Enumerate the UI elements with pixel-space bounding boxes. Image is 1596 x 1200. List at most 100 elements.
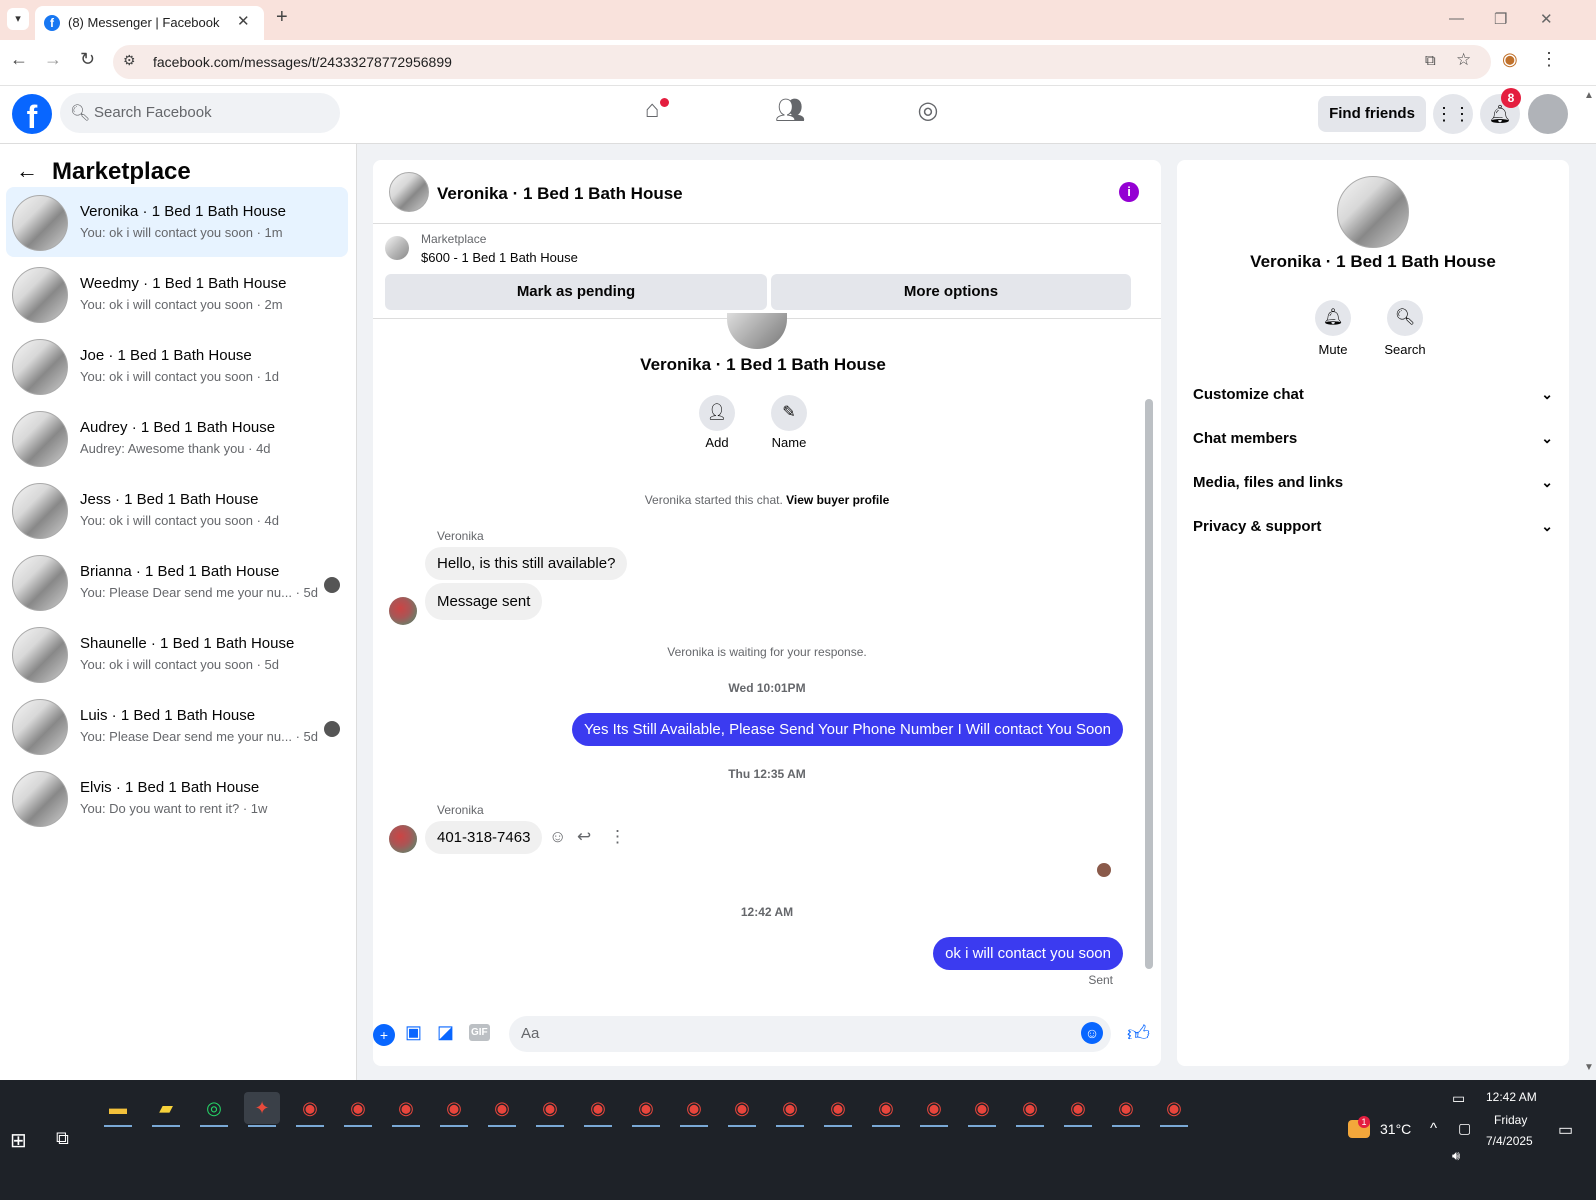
browser-menu-icon[interactable]: ⋮ bbox=[1540, 49, 1558, 70]
chrome-profile-icon[interactable]: ◉ bbox=[436, 1092, 472, 1127]
chat-header-title[interactable]: Veronika · 1 Bed 1 Bath House bbox=[437, 184, 683, 204]
restore-icon[interactable]: ❐ bbox=[1494, 10, 1507, 28]
incoming-message[interactable]: 401-318-7463 bbox=[425, 821, 543, 854]
site-info-icon[interactable]: ⚙ bbox=[123, 52, 136, 69]
tab-search-dropdown-icon[interactable]: ▾ bbox=[7, 8, 29, 30]
conversation-item[interactable]: Shaunelle · 1 Bed 1 Bath House You: ok i … bbox=[6, 619, 348, 689]
task-view-icon[interactable]: ⧉ bbox=[56, 1128, 69, 1149]
clock-day[interactable]: Friday bbox=[1494, 1113, 1527, 1127]
account-avatar[interactable] bbox=[1528, 94, 1568, 134]
details-section-privacy-support[interactable]: Privacy & support ⌄ bbox=[1193, 518, 1553, 535]
meet-icon[interactable]: ▢ bbox=[1458, 1120, 1471, 1137]
facebook-search-input[interactable]: 🔍︎ Search Facebook bbox=[60, 93, 340, 133]
new-tab-button[interactable]: + bbox=[276, 6, 288, 29]
windows-start-icon[interactable]: ⊞ bbox=[10, 1128, 27, 1153]
page-scroll-up-icon[interactable]: ▲ bbox=[1584, 90, 1594, 101]
file-explorer-icon[interactable]: ▬ bbox=[100, 1092, 136, 1127]
conversation-item[interactable]: Joe · 1 Bed 1 Bath House You: ok i will c… bbox=[6, 331, 348, 401]
tab-close-icon[interactable]: ✕ bbox=[237, 12, 250, 30]
reply-icon[interactable]: ↩ bbox=[577, 827, 591, 847]
more-options-button[interactable]: More options bbox=[771, 274, 1131, 310]
clock-date[interactable]: 7/4/2025 bbox=[1486, 1134, 1533, 1148]
add-person-icon[interactable]: 👤︎ bbox=[699, 395, 735, 431]
address-bar[interactable]: ⚙ facebook.com/messages/t/24333278772956… bbox=[113, 45, 1491, 79]
profile-icon[interactable]: ◉ bbox=[1502, 49, 1518, 70]
outgoing-message[interactable]: Yes Its Still Available, Please Send You… bbox=[571, 713, 1123, 746]
bookmark-star-icon[interactable]: ☆ bbox=[1456, 50, 1471, 70]
notification-center-icon[interactable]: ▭ bbox=[1558, 1120, 1573, 1140]
sticky-notes-icon[interactable]: ▰ bbox=[148, 1092, 184, 1127]
conversation-item[interactable]: Luis · 1 Bed 1 Bath House You: Please Dea… bbox=[6, 691, 348, 761]
forward-icon[interactable]: → bbox=[44, 49, 62, 70]
whatsapp-icon[interactable]: ◎ bbox=[196, 1092, 232, 1127]
chrome-profile-icon[interactable]: ◉ bbox=[580, 1092, 616, 1127]
chrome-profile-icon[interactable]: ◉ bbox=[532, 1092, 568, 1127]
friends-icon[interactable]: 👥︎ bbox=[770, 96, 810, 132]
chrome-profile-icon[interactable]: ◉ bbox=[772, 1092, 808, 1127]
chrome-profile-icon[interactable]: ◉ bbox=[292, 1092, 328, 1127]
install-app-icon[interactable]: ⧉ bbox=[1425, 52, 1436, 69]
chat-header-thumbnail[interactable] bbox=[389, 172, 429, 212]
conversation-item[interactable]: Weedmy · 1 Bed 1 Bath House You: ok i wil… bbox=[6, 259, 348, 329]
facebook-logo[interactable]: f bbox=[12, 94, 52, 135]
chrome-profile-icon[interactable]: ◉ bbox=[724, 1092, 760, 1127]
details-section-chat-members[interactable]: Chat members ⌄ bbox=[1193, 430, 1553, 447]
chrome-profile-icon[interactable]: ◉ bbox=[916, 1092, 952, 1127]
menu-grid-icon[interactable]: ⋮⋮ bbox=[1433, 94, 1473, 134]
conversation-item[interactable]: Jess · 1 Bed 1 Bath House You: ok i will … bbox=[6, 475, 348, 545]
tray-expand-icon[interactable]: ^ bbox=[1430, 1120, 1437, 1137]
view-buyer-profile-link[interactable]: View buyer profile bbox=[786, 493, 889, 507]
back-icon[interactable]: ← bbox=[10, 49, 28, 70]
mute-bell-icon[interactable]: 🔔︎ bbox=[1315, 300, 1351, 336]
clock-time[interactable]: 12:42 AM bbox=[1486, 1090, 1537, 1104]
sticker-icon[interactable]: ◪ bbox=[437, 1022, 454, 1043]
url-text[interactable]: facebook.com/messages/t/2433327877295689… bbox=[153, 54, 452, 70]
thread-scrollbar[interactable] bbox=[1145, 399, 1153, 969]
find-friends-button[interactable]: Find friends bbox=[1318, 96, 1426, 132]
emoji-icon[interactable]: ☺ bbox=[1081, 1022, 1103, 1044]
chrome-profile-icon[interactable]: ◉ bbox=[1060, 1092, 1096, 1127]
chrome-profile-icon[interactable]: ◉ bbox=[1108, 1092, 1144, 1127]
reload-icon[interactable]: ↻ bbox=[80, 49, 95, 70]
browser-tab-messenger[interactable]: f (8) Messenger | Facebook ✕ bbox=[35, 6, 264, 40]
page-scroll-down-icon[interactable]: ▼ bbox=[1584, 1062, 1594, 1073]
back-arrow-icon[interactable]: ← bbox=[16, 158, 38, 184]
temperature[interactable]: 31°C bbox=[1380, 1121, 1411, 1137]
app-icon[interactable]: ✦ bbox=[244, 1092, 280, 1127]
outgoing-message[interactable]: ok i will contact you soon bbox=[933, 937, 1123, 970]
chrome-profile-icon[interactable]: ◉ bbox=[820, 1092, 856, 1127]
chrome-profile-icon[interactable]: ◉ bbox=[1156, 1092, 1192, 1127]
react-icon[interactable]: ☺ bbox=[549, 827, 566, 847]
close-window-icon[interactable]: ✕ bbox=[1540, 10, 1553, 28]
volume-icon[interactable]: 🔊︎ bbox=[1452, 1148, 1460, 1164]
thumbs-up-icon[interactable]: 👍︎ bbox=[1127, 1020, 1150, 1047]
chrome-profile-icon[interactable]: ◉ bbox=[340, 1092, 376, 1127]
sender-avatar[interactable] bbox=[389, 825, 417, 853]
info-icon[interactable]: i bbox=[1119, 182, 1139, 202]
chrome-profile-icon[interactable]: ◉ bbox=[1012, 1092, 1048, 1127]
details-section-media-files-and-links[interactable]: Media, files and links ⌄ bbox=[1193, 474, 1553, 491]
chrome-profile-icon[interactable]: ◉ bbox=[628, 1092, 664, 1127]
sender-avatar[interactable] bbox=[389, 597, 417, 625]
incoming-message[interactable]: Message sent bbox=[425, 583, 543, 620]
attach-photo-icon[interactable]: ▣ bbox=[405, 1022, 422, 1043]
gif-icon[interactable]: GIF bbox=[469, 1024, 490, 1041]
network-icon[interactable]: ▭ bbox=[1452, 1090, 1465, 1107]
chrome-profile-icon[interactable]: ◉ bbox=[676, 1092, 712, 1127]
minimize-icon[interactable]: — bbox=[1449, 10, 1464, 27]
details-thumbnail[interactable] bbox=[1337, 176, 1409, 248]
groups-icon[interactable]: ◎ bbox=[908, 96, 948, 132]
more-actions-icon[interactable]: ⋮ bbox=[609, 827, 626, 847]
chrome-profile-icon[interactable]: ◉ bbox=[388, 1092, 424, 1127]
incoming-message[interactable]: Hello, is this still available? bbox=[425, 547, 628, 580]
conversation-item[interactable]: Brianna · 1 Bed 1 Bath House You: Please … bbox=[6, 547, 348, 617]
edit-name-icon[interactable]: ✎ bbox=[771, 395, 807, 431]
conversation-item[interactable]: Audrey · 1 Bed 1 Bath House Audrey: Aweso… bbox=[6, 403, 348, 473]
chrome-profile-icon[interactable]: ◉ bbox=[484, 1092, 520, 1127]
mark-as-pending-button[interactable]: Mark as pending bbox=[385, 274, 767, 310]
conversation-item[interactable]: Veronika · 1 Bed 1 Bath House You: ok i w… bbox=[6, 187, 348, 257]
chrome-profile-icon[interactable]: ◉ bbox=[964, 1092, 1000, 1127]
chrome-profile-icon[interactable]: ◉ bbox=[868, 1092, 904, 1127]
search-icon[interactable]: 🔍︎ bbox=[1387, 300, 1423, 336]
more-actions-plus-icon[interactable]: + bbox=[373, 1024, 395, 1046]
